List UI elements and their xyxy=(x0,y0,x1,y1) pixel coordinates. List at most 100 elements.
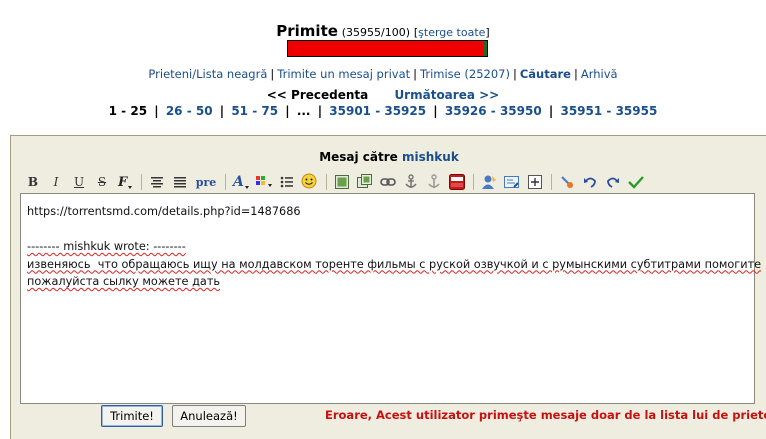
separator: | xyxy=(285,104,290,118)
font-dropdown-button[interactable]: F xyxy=(116,173,134,191)
message-line: https://torrentsmd.com/details.php?id=14… xyxy=(27,205,301,218)
bullet-list-button[interactable] xyxy=(278,173,296,191)
redo-button[interactable] xyxy=(604,173,622,191)
eraser-icon xyxy=(561,176,573,188)
error-message: Eroare, Acest utilizator primeşte mesaje… xyxy=(325,408,766,422)
insert-link-button[interactable] xyxy=(379,173,397,191)
toolbar-divider xyxy=(225,174,226,190)
insert-anchor-button[interactable] xyxy=(402,173,420,191)
message-links: Prieteni/Lista neagră | Trimite un mesaj p… xyxy=(0,67,766,81)
align-justify-button[interactable] xyxy=(171,173,189,191)
background-color-button[interactable] xyxy=(255,173,273,191)
separator: | xyxy=(317,104,323,118)
align-center-icon xyxy=(151,177,163,188)
compose-title: Mesaj către mishkuk xyxy=(11,150,766,164)
bold-button[interactable]: B xyxy=(24,173,42,191)
current-page: 1 - 25 xyxy=(108,104,148,118)
text-color-button[interactable]: A xyxy=(232,173,250,191)
separator: | xyxy=(512,67,517,81)
insert-image-button[interactable] xyxy=(333,173,351,191)
anchor-icon xyxy=(405,174,417,188)
undo-icon xyxy=(584,177,596,188)
anchor-remove-button[interactable] xyxy=(425,173,443,191)
message-line: -------- mishkuk wrote: -------- xyxy=(27,240,186,253)
color-palette-icon xyxy=(256,176,272,187)
separator: | xyxy=(433,104,438,118)
search-link[interactable]: Căutare xyxy=(520,67,571,81)
preformatted-button[interactable]: pre xyxy=(194,173,218,191)
page-link[interactable]: 35951 - 35955 xyxy=(560,104,657,118)
archive-link[interactable]: Arhivă xyxy=(581,67,618,81)
page-list: 1 - 25 | 26 - 50 | 51 - 75 | ... | 35901… xyxy=(0,104,766,118)
link-icon xyxy=(380,178,396,186)
insert-quote-button[interactable] xyxy=(503,173,521,191)
page-link[interactable]: 51 - 75 xyxy=(231,104,278,118)
previous-page-label: << Precedenta xyxy=(266,88,369,102)
send-private-message-link[interactable]: Trimite un mesaj privat xyxy=(277,67,410,81)
separator: | xyxy=(154,104,159,118)
smiley-button[interactable] xyxy=(301,173,319,191)
separator: | xyxy=(548,104,554,118)
submit-button[interactable]: Trimite! xyxy=(101,405,163,427)
inbox-capacity-fill xyxy=(288,41,487,56)
underline-button[interactable]: U xyxy=(70,173,88,191)
svg-text:A: A xyxy=(232,174,244,190)
friends-blacklist-link[interactable]: Prieteni/Lista neagră xyxy=(148,67,267,81)
cancel-button[interactable]: Anulează! xyxy=(172,405,246,427)
toolbar-divider xyxy=(326,174,327,190)
text-color-icon: A xyxy=(232,174,249,190)
spellcheck-button[interactable] xyxy=(627,173,645,191)
font-icon: F xyxy=(117,175,132,190)
delete-all-link[interactable]: şterge toate xyxy=(418,26,485,39)
youtube-icon xyxy=(449,174,465,190)
message-line: извеняюсь что обращаюсь ищу на молдавско… xyxy=(27,257,762,271)
separator: | xyxy=(413,67,418,81)
page-title: Primite xyxy=(276,22,338,40)
inbox-count: (35955/100) xyxy=(341,26,411,39)
page-ellipsis: ... xyxy=(296,104,311,118)
toolbar-divider xyxy=(141,174,142,190)
inbox-capacity-endcap xyxy=(483,41,487,56)
message-line: пожалуйста сылку можете дать xyxy=(27,275,221,288)
separator: | xyxy=(270,67,275,81)
insert-gallery-button[interactable] xyxy=(356,173,374,191)
recipient-link[interactable]: mishkuk xyxy=(402,150,459,164)
separator: | xyxy=(573,67,578,81)
plus-box-icon xyxy=(528,175,542,189)
clear-format-button[interactable] xyxy=(558,173,576,191)
toolbar-divider xyxy=(473,174,474,190)
page-link[interactable]: 26 - 50 xyxy=(166,104,213,118)
editor-toolbar: B I U S F pre A xyxy=(24,172,650,192)
align-center-button[interactable] xyxy=(148,173,166,191)
separator: | xyxy=(219,104,225,118)
insert-user-button[interactable] xyxy=(480,173,498,191)
anchor-alt-icon xyxy=(428,174,440,188)
message-line xyxy=(27,221,748,239)
bracket-close: ] xyxy=(485,26,490,39)
inbox-title-row: Primite (35955/100) [şterge toate] xyxy=(0,22,766,40)
pagination-nav: << Precedenta Următoarea >> xyxy=(0,88,766,102)
strikethrough-button[interactable]: S xyxy=(93,173,111,191)
svg-text:F: F xyxy=(117,175,128,190)
checkmark-icon xyxy=(628,176,644,189)
undo-button[interactable] xyxy=(581,173,599,191)
inbox-capacity-bar xyxy=(287,40,488,57)
message-body-editor[interactable]: https://torrentsmd.com/details.php?id=14… xyxy=(20,193,762,404)
image-icon xyxy=(335,175,349,189)
next-page-link[interactable]: Următoarea >> xyxy=(394,88,499,102)
page-link[interactable]: 35901 - 35925 xyxy=(329,104,426,118)
gallery-icon xyxy=(357,174,372,188)
compose-label: Mesaj către xyxy=(319,150,398,164)
user-icon xyxy=(482,175,496,189)
italic-button[interactable]: I xyxy=(47,173,65,191)
smiley-icon xyxy=(301,173,317,189)
insert-youtube-button[interactable] xyxy=(448,173,466,191)
sent-messages-link[interactable]: Trimise (25207) xyxy=(420,67,510,81)
compose-panel: Mesaj către mishkuk B I U S F pre A http… xyxy=(10,135,766,439)
align-justify-icon xyxy=(174,177,186,188)
toolbar-divider xyxy=(551,174,552,190)
page-link[interactable]: 35926 - 35950 xyxy=(445,104,542,118)
expand-button[interactable] xyxy=(526,173,544,191)
list-icon xyxy=(280,176,293,188)
redo-icon xyxy=(607,177,619,188)
